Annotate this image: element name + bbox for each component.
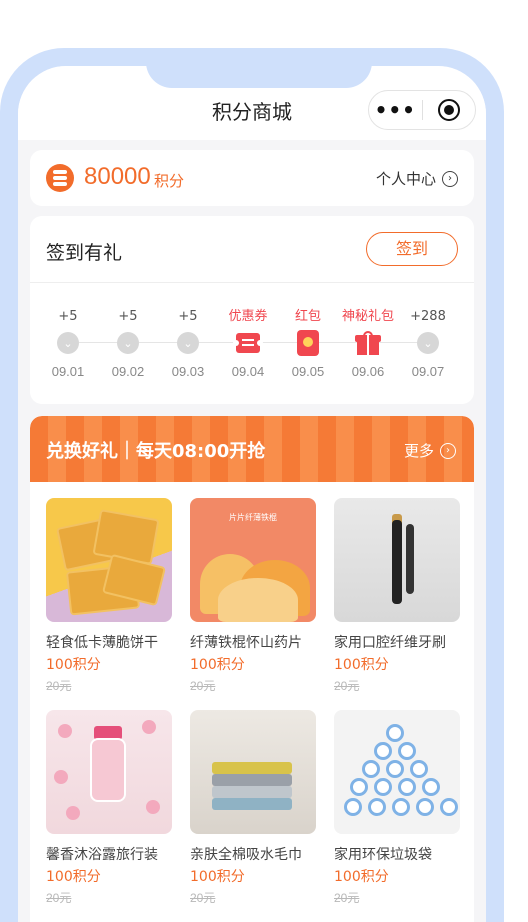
day-icon-wrap	[218, 326, 278, 360]
product-card[interactable]: 家用环保垃圾袋 100积分 20元	[334, 710, 460, 906]
points-balance: 80000	[84, 163, 151, 190]
phone-notch	[146, 48, 372, 88]
more-label: 更多	[403, 442, 434, 460]
product-image	[334, 498, 460, 622]
product-image	[190, 710, 316, 834]
day-date: 09.04	[231, 364, 265, 379]
day-icon-wrap: ⌄	[98, 326, 158, 360]
day-icon-wrap: ⌄	[38, 326, 98, 360]
product-image	[46, 710, 172, 834]
product-name: 亲肤全棉吸水毛巾	[190, 847, 302, 863]
day-icon-wrap	[338, 326, 398, 360]
product-original-price: 20元	[334, 679, 360, 693]
close-mini-program-button[interactable]	[422, 99, 475, 121]
day-reward: +5	[118, 309, 138, 324]
product-points: 100积分	[46, 657, 101, 673]
day-date: 09.02	[111, 364, 145, 379]
product-card[interactable]: 亲肤全棉吸水毛巾 100积分 20元	[190, 710, 316, 906]
more-link[interactable]: 更多 ›	[404, 440, 456, 461]
points-unit: 积分	[154, 172, 185, 190]
product-original-price: 20元	[46, 679, 72, 693]
day-reward: 红包	[294, 309, 321, 324]
product-card[interactable]: 轻食低卡薄脆饼干 100积分 20元	[46, 498, 172, 694]
chevron-right-icon: ›	[442, 170, 458, 187]
product-original-price: 20元	[334, 891, 360, 905]
signin-day: +5 ⌄ 09.01	[38, 308, 98, 379]
day-date: 09.01	[51, 364, 85, 379]
product-image-label: 片片纤薄铁棍	[229, 513, 277, 522]
chevron-down-icon: ⌄	[177, 332, 199, 354]
day-reward: +288	[410, 309, 446, 324]
product-original-price: 20元	[190, 679, 216, 693]
divider	[30, 282, 474, 283]
product-name: 家用口腔纤维牙刷	[334, 635, 446, 651]
product-points: 100积分	[46, 869, 101, 885]
coupon-icon	[233, 333, 263, 353]
product-original-price: 20元	[190, 891, 216, 905]
product-image: 片片纤薄铁棍	[190, 498, 316, 622]
product-card[interactable]: 家用口腔纤维牙刷 100积分 20元	[334, 498, 460, 694]
coin-stack-icon	[46, 164, 74, 192]
product-original-price: 20元	[46, 891, 72, 905]
product-card[interactable]: 馨香沐浴露旅行装 100积分 20元	[46, 710, 172, 906]
day-reward: +5	[58, 309, 78, 324]
signin-day: +5 ⌄ 09.03	[158, 308, 218, 379]
day-date: 09.03	[171, 364, 205, 379]
personal-center-link[interactable]: 个人中心 ›	[376, 168, 458, 189]
product-points: 100积分	[190, 657, 245, 673]
day-reward: 优惠券	[228, 309, 268, 324]
day-reward: +5	[178, 309, 198, 324]
red-packet-icon	[297, 330, 319, 356]
signin-day: 优惠券 09.04	[218, 308, 278, 379]
day-date: 09.06	[351, 364, 385, 379]
personal-center-label: 个人中心	[375, 170, 436, 188]
product-name: 纤薄铁棍怀山药片	[190, 635, 302, 651]
day-date: 09.05	[291, 364, 325, 379]
day-icon-wrap: ⌄	[398, 326, 458, 360]
product-name: 馨香沐浴露旅行装	[46, 847, 158, 863]
day-icon-wrap	[278, 326, 338, 360]
target-icon	[437, 99, 460, 121]
exchange-card: 兑换好礼｜每天08:00开抢 更多 › 轻食低卡薄脆饼干 100积分 20元 片片纤薄…	[30, 416, 474, 922]
chevron-down-icon: ⌄	[117, 332, 139, 354]
gift-icon	[355, 331, 381, 355]
product-image	[334, 710, 460, 834]
signin-day: 红包 09.05	[278, 308, 338, 379]
chevron-right-icon: ›	[440, 442, 456, 459]
product-points: 100积分	[334, 657, 389, 673]
mini-program-screen: 积分商城 ••• 80000 积分 个人中心 › 签到有礼 签到 +5 ⌄ 09.0…	[18, 66, 486, 922]
product-card[interactable]: 片片纤薄铁棍纤薄铁棍怀山药片 100积分 20元	[190, 498, 316, 694]
day-reward: 神秘礼包	[341, 309, 394, 324]
exchange-title: 兑换好礼｜每天08:00开抢	[46, 441, 266, 462]
product-points: 100积分	[190, 869, 245, 885]
chevron-down-icon: ⌄	[417, 332, 439, 354]
points-card: 80000 积分 个人中心 ›	[30, 150, 474, 206]
day-icon-wrap: ⌄	[158, 326, 218, 360]
chevron-down-icon: ⌄	[57, 332, 79, 354]
more-menu-button[interactable]: •••	[369, 98, 422, 122]
product-name: 轻食低卡薄脆饼干	[46, 635, 158, 651]
capsule-menu: •••	[368, 90, 476, 130]
signin-title: 签到有礼	[46, 242, 123, 264]
day-date: 09.07	[411, 364, 445, 379]
signin-button[interactable]: 签到	[366, 232, 458, 266]
signin-day: +5 ⌄ 09.02	[98, 308, 158, 379]
signin-card: 签到有礼 签到 +5 ⌄ 09.01 +5 ⌄ 09.02 +5 ⌄ 09.03 优惠券 09.04…	[30, 216, 474, 404]
signin-day: +288 ⌄ 09.07	[398, 308, 458, 379]
product-points: 100积分	[334, 869, 389, 885]
product-image	[46, 498, 172, 622]
signin-day: 神秘礼包 09.06	[338, 308, 398, 379]
exchange-banner: 兑换好礼｜每天08:00开抢 更多 ›	[30, 416, 474, 482]
product-name: 家用环保垃圾袋	[334, 847, 432, 863]
